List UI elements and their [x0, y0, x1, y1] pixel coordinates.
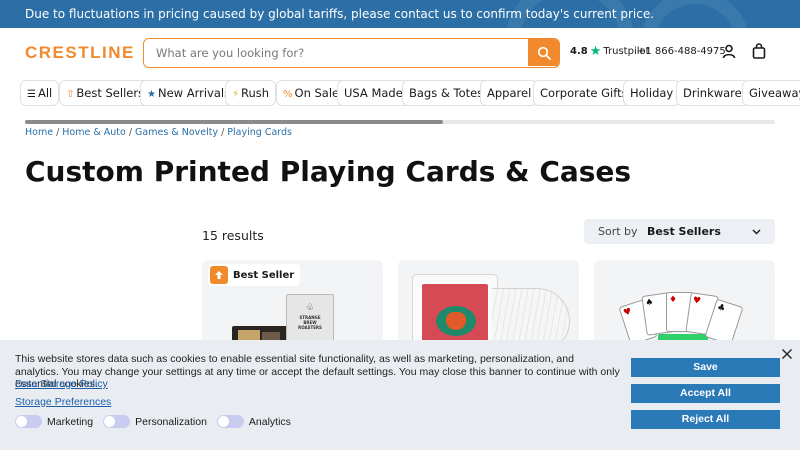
best-seller-icon	[210, 266, 228, 284]
nav-item-apparel[interactable]: Apparel	[480, 80, 539, 106]
sort-value: Best Sellers	[647, 225, 721, 238]
nav-item-all[interactable]: ☰ All	[20, 80, 60, 106]
nav-item-holiday[interactable]: Holiday	[623, 80, 681, 106]
accept-all-button[interactable]: Accept All	[631, 384, 780, 403]
nav-item-giveaways[interactable]: Giveaways	[742, 80, 800, 106]
nav-item-drinkware[interactable]: Drinkware	[676, 80, 749, 106]
save-button[interactable]: Save	[631, 358, 780, 377]
rush-icon: ⚡	[232, 89, 240, 100]
breadcrumb-home[interactable]: Home	[25, 127, 53, 138]
percent-icon: %	[283, 89, 293, 100]
scrollbar-thumb[interactable]	[25, 120, 443, 124]
banner-decoration	[640, 0, 750, 28]
nav-item-bags-totes[interactable]: Bags & Totes	[402, 80, 491, 106]
menu-icon: ☰	[27, 89, 36, 100]
search-bar	[143, 38, 560, 68]
marketing-label: Marketing	[47, 415, 94, 428]
nav-scrollbar[interactable]	[25, 120, 775, 124]
search-button[interactable]	[528, 39, 559, 66]
breadcrumb: Home / Home & Auto / Games & Novelty / Playing…	[25, 127, 292, 138]
breadcrumb-games-novelty[interactable]: Games & Novelty	[135, 127, 218, 138]
close-icon[interactable]	[781, 345, 793, 364]
sort-dropdown[interactable]: Sort by Best Sellers	[584, 219, 775, 244]
cookie-toggles: Marketing Personalization Analytics	[15, 415, 301, 428]
personalization-toggle[interactable]	[103, 415, 131, 428]
marketing-toggle[interactable]	[15, 415, 42, 428]
data-storage-policy-link[interactable]: Data Storage Policy	[15, 378, 108, 390]
phone-number[interactable]: +1 866-488-4975	[637, 46, 726, 57]
cart-icon[interactable]	[752, 43, 766, 63]
account-icon[interactable]	[722, 44, 736, 63]
search-icon	[537, 46, 551, 60]
nav-item-usa-made[interactable]: USA Made	[337, 80, 410, 106]
search-input[interactable]	[144, 39, 529, 66]
nav-item-new-arrivals[interactable]: ★ New Arrivals	[140, 80, 238, 106]
logo[interactable]: CRESTLINE	[25, 43, 135, 63]
nav-item-on-sale[interactable]: % On Sale	[276, 80, 347, 106]
storage-preferences-link[interactable]: Storage Preferences	[15, 396, 111, 408]
chevron-down-icon	[752, 219, 761, 244]
breadcrumb-playing-cards[interactable]: Playing Cards	[227, 127, 292, 138]
nav-item-corporate-gifts[interactable]: Corporate Gifts	[533, 80, 635, 106]
category-nav: ☰ All ⇧ Best Sellers ★ New Arrivals ⚡ Rush %…	[0, 80, 800, 107]
banner-text: Due to fluctuations in pricing caused by…	[25, 7, 655, 21]
best-seller-badge: Best Seller	[208, 264, 301, 286]
analytics-toggle[interactable]	[216, 415, 244, 428]
breadcrumb-home-auto[interactable]: Home & Auto	[62, 127, 126, 138]
star-icon: ★	[147, 89, 156, 100]
sort-label: Sort by	[598, 225, 638, 238]
rating-value: 4.8	[570, 46, 588, 57]
site-header: CRESTLINE 4.8 ★ Trustpilot +1 866-488-49…	[0, 28, 800, 76]
trustpilot-star-icon: ★	[589, 43, 602, 59]
results-count: 15 results	[202, 228, 264, 243]
nav-item-best-sellers[interactable]: ⇧ Best Sellers	[59, 80, 152, 106]
personalization-label: Personalization	[135, 415, 207, 428]
nav-item-rush[interactable]: ⚡ Rush	[225, 80, 277, 106]
best-seller-icon: ⇧	[66, 89, 75, 100]
analytics-label: Analytics	[248, 415, 291, 428]
page-title: Custom Printed Playing Cards & Cases	[25, 155, 632, 188]
product-box-text: STRANGE BREW ROASTERS	[298, 315, 322, 330]
reject-all-button[interactable]: Reject All	[631, 410, 780, 429]
tariff-banner: Due to fluctuations in pricing caused by…	[0, 0, 800, 28]
